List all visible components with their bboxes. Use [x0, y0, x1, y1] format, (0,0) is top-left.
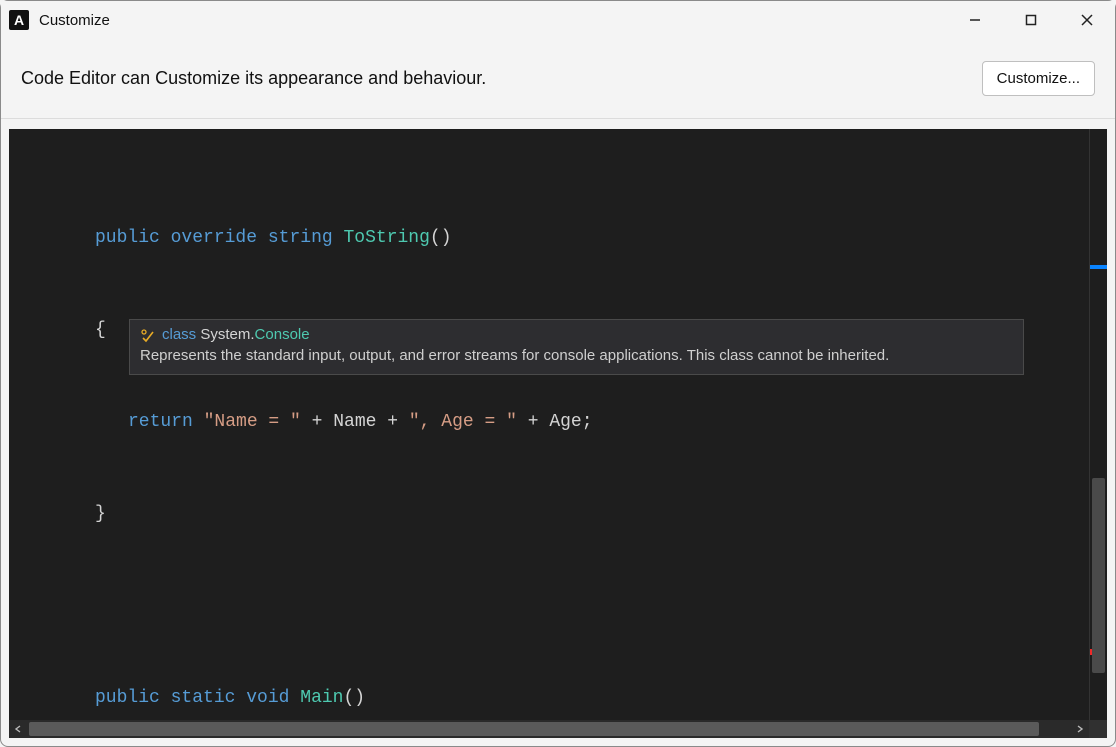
close-button[interactable]	[1059, 1, 1115, 39]
tooltip-class: Console	[255, 326, 310, 343]
keyword: public	[95, 228, 160, 248]
minimize-icon	[969, 14, 981, 26]
keyword: void	[246, 688, 289, 708]
caret-marker	[1090, 265, 1107, 269]
keyword: public	[95, 688, 160, 708]
string: "Name = "	[204, 412, 301, 432]
keyword: string	[268, 228, 333, 248]
h-scroll-thumb[interactable]	[29, 722, 1039, 736]
type-name: Main	[300, 688, 343, 708]
maximize-button[interactable]	[1003, 1, 1059, 39]
info-banner: Code Editor can Customize its appearance…	[1, 39, 1115, 119]
tooltip-body: Represents the standard input, output, a…	[140, 347, 1013, 364]
h-scroll-left-arrow-icon[interactable]	[9, 720, 27, 738]
gutter	[9, 129, 19, 720]
keyword: return	[128, 412, 193, 432]
code-surface[interactable]: public override string ToString() { retu…	[19, 129, 1089, 720]
info-banner-text: Code Editor can Customize its appearance…	[21, 68, 982, 89]
h-scroll-right-arrow-icon[interactable]	[1071, 720, 1089, 738]
minimize-button[interactable]	[947, 1, 1003, 39]
brace: }	[95, 504, 106, 524]
brace: {	[95, 320, 106, 340]
hover-tooltip: class System.Console Represents the stan…	[129, 319, 1024, 375]
punct: ()	[430, 228, 452, 248]
tooltip-keyword: class	[162, 326, 196, 343]
window-title: Customize	[39, 12, 110, 29]
customize-button[interactable]: Customize...	[982, 61, 1095, 96]
scrollbar-corner	[1089, 720, 1107, 738]
tooltip-namespace: System.	[200, 326, 254, 343]
maximize-icon	[1025, 14, 1037, 26]
title-bar: A Customize	[1, 1, 1115, 39]
type-name: ToString	[343, 228, 429, 248]
keyword: static	[171, 688, 236, 708]
close-icon	[1081, 14, 1093, 26]
app-icon: A	[9, 10, 29, 30]
code-editor[interactable]: public override string ToString() { retu…	[9, 129, 1107, 738]
string: ", Age = "	[409, 412, 517, 432]
h-scrollbar[interactable]	[9, 720, 1089, 738]
v-scroll-thumb[interactable]	[1092, 478, 1105, 673]
overview-ruler[interactable]	[1089, 129, 1107, 720]
lightbulb-icon	[140, 327, 156, 343]
keyword: override	[171, 228, 257, 248]
